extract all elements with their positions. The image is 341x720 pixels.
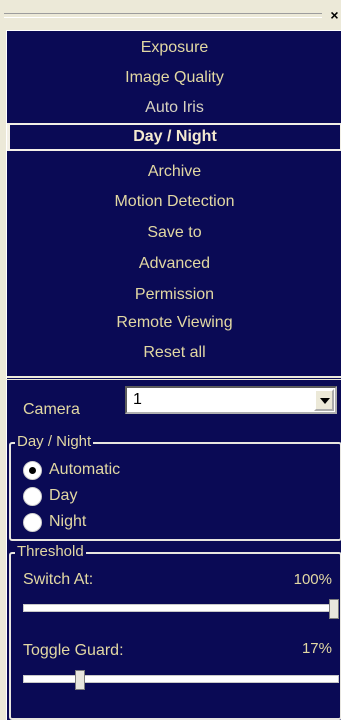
menu-divider	[7, 149, 341, 151]
camera-select[interactable]: 1	[125, 386, 337, 414]
switch-at-slider-thumb[interactable]	[329, 599, 339, 619]
radio-day-label[interactable]: Day	[49, 487, 77, 505]
toggle-guard-slider[interactable]	[23, 675, 339, 683]
drag-grip[interactable]	[4, 13, 322, 18]
menu-item-permission[interactable]: Permission	[7, 280, 341, 310]
panel-titlebar: ×	[0, 0, 341, 30]
menu-item-auto-iris[interactable]: Auto Iris	[7, 93, 341, 123]
close-icon[interactable]: ×	[328, 7, 341, 23]
menu-item-reset-all[interactable]: Reset all	[7, 338, 341, 368]
toggle-guard-slider-thumb[interactable]	[75, 670, 86, 690]
radio-night-label[interactable]: Night	[49, 513, 86, 531]
menu-item-save-to[interactable]: Save to	[7, 218, 341, 248]
toggle-guard-label: Toggle Guard:	[23, 642, 124, 659]
threshold-legend: Threshold	[15, 543, 86, 560]
menu-bottom-divider	[7, 376, 341, 378]
menu-item-motion-detection[interactable]: Motion Detection	[7, 187, 341, 217]
toggle-guard-value: 17%	[301, 640, 332, 657]
radio-day[interactable]	[23, 487, 42, 506]
menu-item-advanced[interactable]: Advanced	[7, 249, 341, 279]
camera-select-value: 1	[133, 391, 142, 408]
switch-at-label: Switch At:	[23, 571, 94, 588]
menu-item-day-night[interactable]: Day / Night	[7, 123, 341, 151]
menu-item-remote-viewing[interactable]: Remote Viewing	[7, 308, 341, 338]
menu-item-exposure[interactable]: Exposure	[7, 33, 341, 63]
day-night-legend: Day / Night	[15, 433, 94, 450]
menu-item-image-quality[interactable]: Image Quality	[7, 63, 341, 93]
radio-night[interactable]	[23, 513, 42, 532]
day-night-group: Day / Night Automatic Day Night	[9, 433, 341, 541]
settings-content: Camera 1 Day / Night Automatic Day Night…	[6, 380, 341, 720]
threshold-group: Threshold Switch At: 100% Toggle Guard: …	[9, 543, 341, 720]
chevron-down-icon[interactable]	[314, 389, 334, 411]
switch-at-slider[interactable]	[23, 604, 339, 612]
radio-automatic[interactable]	[23, 461, 42, 480]
radio-automatic-label[interactable]: Automatic	[49, 461, 120, 479]
settings-menu: Exposure Image Quality Auto Iris Day / N…	[6, 30, 341, 379]
switch-at-value: 100%	[293, 571, 332, 588]
camera-label: Camera	[23, 401, 80, 418]
menu-item-archive[interactable]: Archive	[7, 157, 341, 187]
day-night-settings-panel: × Exposure Image Quality Auto Iris Day /…	[0, 0, 341, 720]
